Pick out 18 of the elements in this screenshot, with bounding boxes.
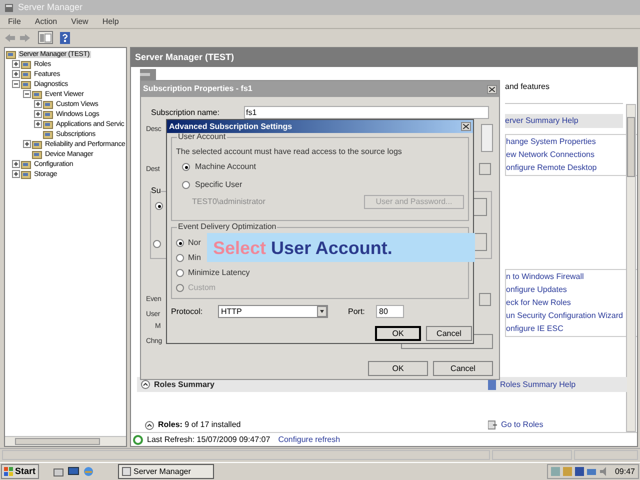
field-label: Protocol: [171,308,204,316]
clock: 09:47 [614,468,635,476]
dialog-title: Advanced Subscription Settings [169,122,294,130]
group-label: Event Delivery Optimization [177,223,278,231]
account-name: TEST0\administrator [192,198,266,206]
roles-count: Roles: 9 of 17 installed [158,421,242,429]
pane-header: Server Manager (TEST) [131,48,637,67]
group-label: Su [151,187,161,195]
field-label: Subscription name: [151,108,220,116]
group-label: User Account [177,133,227,141]
window-title: Server Manager [18,3,83,12]
dialog-title: Subscription Properties - fs1 [143,85,254,93]
refresh-text: Last Refresh: 15/07/2009 09:47:07 [147,436,270,444]
instruction-text: Select User Account. [213,238,392,256]
section-title: Roles Summary [154,380,216,388]
note-text: The selected account must have read access to the source logs [176,148,403,156]
field-label: Port: [348,308,366,316]
section-text: and features [505,81,550,93]
